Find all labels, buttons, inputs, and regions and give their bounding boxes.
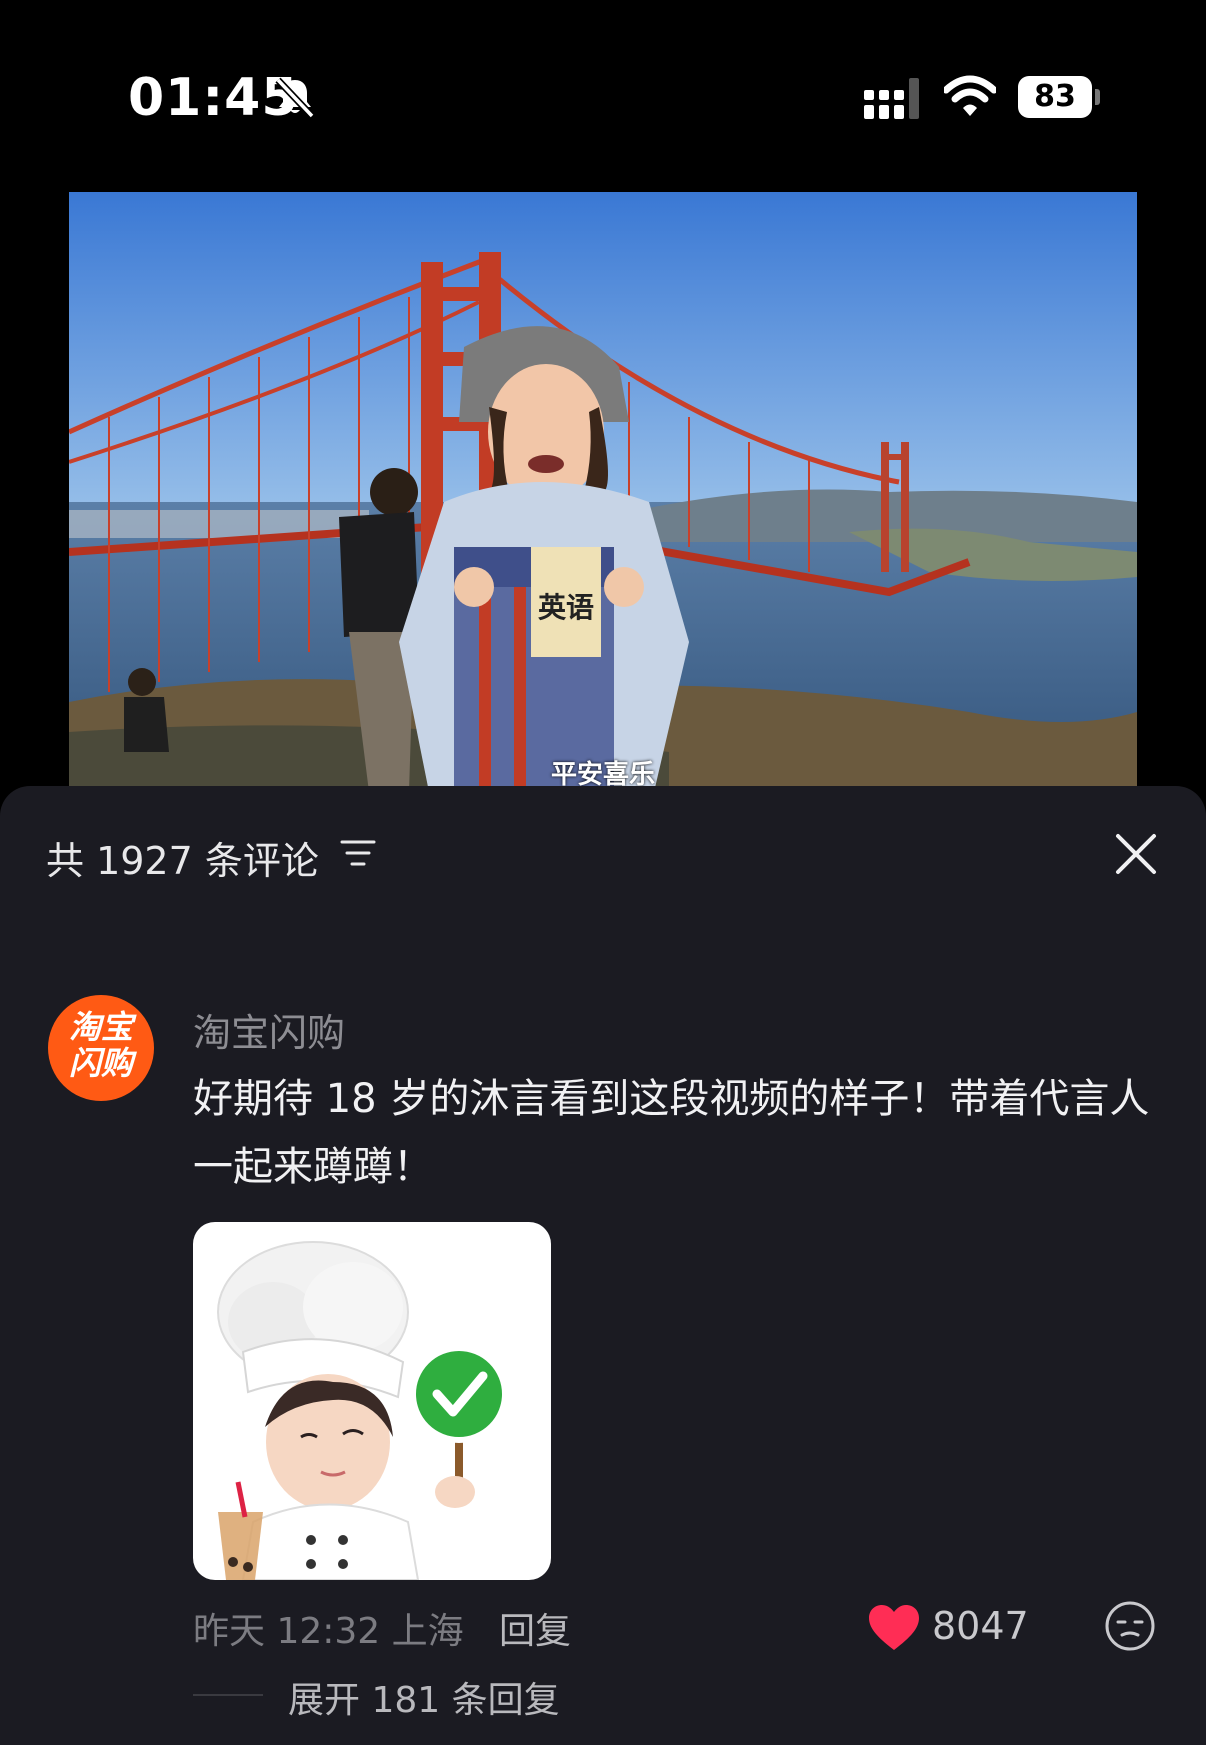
comment-meta: 昨天 12:32 上海 bbox=[193, 1611, 464, 1652]
avatar-text-line2: 闪购 bbox=[68, 1044, 133, 1082]
expand-replies-button[interactable]: 展开 181 条回复 bbox=[288, 1671, 560, 1723]
cellular-signal-icon bbox=[864, 78, 919, 119]
close-icon[interactable] bbox=[1114, 832, 1158, 876]
like-count: 8047 bbox=[932, 1604, 1029, 1648]
comment-sticker-image[interactable] bbox=[193, 1222, 551, 1580]
video-player[interactable]: 英语 平安喜乐 bbox=[69, 192, 1137, 792]
comments-sheet: 共 1927 条评论 淘宝 闪购 淘宝闪购 好期待 18 岁的沐言看到这段视频的… bbox=[0, 786, 1206, 1745]
chef-sticker-illustration bbox=[217, 1241, 508, 1580]
svg-text:英语: 英语 bbox=[538, 591, 594, 624]
comments-count-title: 共 1927 条评论 bbox=[46, 839, 319, 883]
battery-icon: 83 bbox=[1018, 76, 1102, 118]
sort-filter-icon[interactable] bbox=[340, 838, 376, 868]
expand-divider bbox=[193, 1694, 263, 1696]
heart-like-icon[interactable] bbox=[867, 1604, 921, 1652]
emoji-reaction-icon[interactable] bbox=[1104, 1600, 1156, 1652]
status-bar: 01:45 83 bbox=[0, 0, 1206, 190]
comment-username[interactable]: 淘宝闪购 bbox=[193, 1002, 345, 1057]
avatar-text-line1: 淘宝 bbox=[68, 1008, 133, 1046]
reply-button[interactable]: 回复 bbox=[499, 1602, 571, 1654]
comment-text: 好期待 18 岁的沐言看到这段视频的样子！带着代言人一起来蹲蹲！ bbox=[193, 1076, 1150, 1190]
avatar[interactable]: 淘宝 闪购 bbox=[48, 995, 154, 1101]
battery-level: 83 bbox=[1034, 79, 1076, 114]
bell-muted-icon bbox=[275, 77, 315, 119]
wifi-icon bbox=[944, 75, 996, 116]
video-frame: 英语 bbox=[69, 192, 1137, 792]
